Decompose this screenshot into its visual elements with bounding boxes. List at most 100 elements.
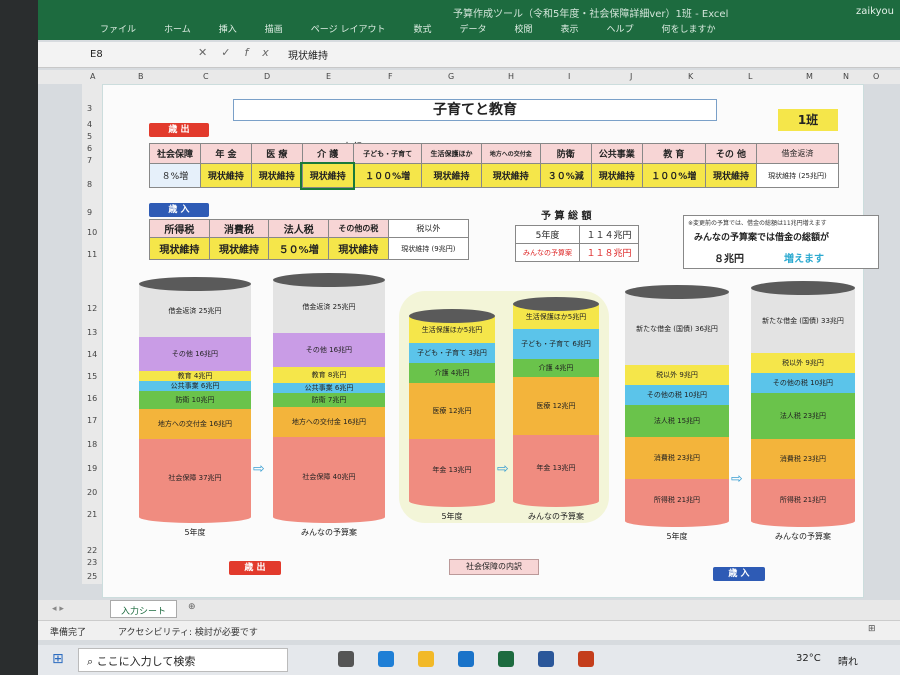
accessibility-status[interactable]: アクセシビリティ: 検討が必要です: [118, 625, 258, 638]
mail-icon[interactable]: [458, 651, 474, 667]
row-header[interactable]: 12: [87, 304, 97, 313]
powerpoint-icon[interactable]: [578, 651, 594, 667]
col-header[interactable]: N: [843, 72, 849, 81]
cylinder-segment: 介護 4兆円: [513, 359, 599, 377]
cylinder-segment: 法人税 15兆円: [625, 405, 729, 437]
tab-help[interactable]: ヘルプ: [607, 22, 634, 35]
col-header[interactable]: O: [873, 72, 879, 81]
tell-me-search[interactable]: 何をしますか: [662, 22, 716, 35]
cylinder-label: 5年度: [184, 528, 206, 537]
taskbar: ⊞ ⌕ ここに入力して検索 32°C 晴れ: [38, 645, 900, 675]
excel-screen: 予算作成ツール（令和5年度・社会保障詳細ver）1班 - Excel zaiky…: [38, 0, 900, 675]
social-security-breakdown-button[interactable]: 社会保障の内訳: [449, 559, 539, 575]
exp-value[interactable]: ８%増: [149, 163, 201, 188]
exp-value[interactable]: 現状維持: [704, 163, 757, 188]
rev-value[interactable]: 現状維持: [328, 237, 389, 260]
exp-value[interactable]: 現状維持: [480, 163, 541, 188]
row-header[interactable]: 22: [87, 546, 97, 555]
col-header[interactable]: J: [630, 72, 632, 81]
exp-value[interactable]: ３０%減: [539, 163, 592, 188]
tab-review[interactable]: 校閲: [515, 22, 533, 35]
fx-icon[interactable]: fx: [244, 46, 282, 59]
row-header[interactable]: 23: [87, 558, 97, 567]
tab-page-layout[interactable]: ページ レイアウト: [311, 22, 386, 35]
row-header[interactable]: 21: [87, 510, 97, 519]
row-header[interactable]: 16: [87, 394, 97, 403]
row-header[interactable]: 25: [87, 572, 97, 581]
col-header[interactable]: E: [326, 72, 331, 81]
row-header[interactable]: 19: [87, 464, 97, 473]
revenue-button[interactable]: 歳 入: [713, 567, 765, 581]
temperature[interactable]: 32°C: [796, 653, 821, 664]
edge-icon[interactable]: [378, 651, 394, 667]
col-header[interactable]: A: [90, 72, 95, 81]
row-header[interactable]: 8: [87, 180, 92, 189]
exp-value[interactable]: 現状維持: [590, 163, 643, 188]
row-header[interactable]: 13: [87, 328, 97, 337]
sheet-title[interactable]: 子育てと教育: [233, 99, 717, 121]
row-header[interactable]: 11: [87, 250, 97, 259]
tab-view[interactable]: 表示: [561, 22, 579, 35]
rev-value[interactable]: 現状維持: [208, 237, 270, 260]
row-header[interactable]: 10: [87, 228, 97, 237]
row-header[interactable]: 20: [87, 488, 97, 497]
word-icon[interactable]: [538, 651, 554, 667]
cylinder-segment: 年金 13兆円: [409, 439, 495, 501]
group-label[interactable]: 1班: [778, 109, 838, 131]
row-header[interactable]: 9: [87, 208, 92, 217]
col-header[interactable]: M: [806, 72, 813, 81]
tab-formulas[interactable]: 数式: [413, 22, 431, 35]
col-header[interactable]: C: [203, 72, 209, 81]
cylinder-bottom: [513, 495, 599, 507]
rev-value[interactable]: 現状維持: [149, 237, 210, 260]
tab-draw[interactable]: 描画: [265, 22, 283, 35]
exp-value[interactable]: １００%増: [352, 163, 423, 188]
col-header[interactable]: K: [688, 72, 693, 81]
worksheet[interactable]: 子育てと教育 1班 歳 出 内 訳 社会保障 年 金 医 療 介 護 子ども・子…: [102, 84, 879, 598]
name-box[interactable]: E8: [86, 46, 196, 64]
formula-buttons[interactable]: ✕✓fx: [198, 46, 283, 59]
formula-input[interactable]: 現状維持: [288, 47, 328, 62]
tab-data[interactable]: データ: [459, 22, 486, 35]
col-header[interactable]: H: [508, 72, 514, 81]
col-header[interactable]: B: [138, 72, 144, 81]
tab-insert[interactable]: 挿入: [219, 22, 237, 35]
exp-value[interactable]: 現状維持: [421, 163, 482, 188]
tab-file[interactable]: ファイル: [100, 22, 136, 35]
rev-value[interactable]: 現状維持 (9兆円): [387, 237, 470, 260]
exp-value[interactable]: 現状維持: [199, 163, 252, 188]
expenditure-button[interactable]: 歳 出: [229, 561, 281, 575]
task-view-icon[interactable]: [338, 651, 354, 667]
row-header[interactable]: 6: [87, 144, 92, 153]
row-header[interactable]: 3: [87, 104, 92, 113]
col-header[interactable]: I: [568, 72, 570, 81]
exp-value[interactable]: 現状維持: [250, 163, 303, 188]
weather[interactable]: 晴れ: [838, 653, 858, 668]
tab-home[interactable]: ホーム: [164, 22, 191, 35]
user-name[interactable]: zaikyou: [856, 6, 894, 17]
taskbar-search[interactable]: ⌕ ここに入力して検索: [78, 648, 288, 672]
exp-value[interactable]: １００%増: [641, 163, 706, 188]
add-sheet-icon[interactable]: ⊕: [188, 602, 196, 612]
row-header[interactable]: 15: [87, 372, 97, 381]
col-header[interactable]: D: [264, 72, 270, 81]
excel-icon[interactable]: [498, 651, 514, 667]
sheet-tab-input[interactable]: 入力シート: [110, 600, 178, 618]
rev-value[interactable]: ５０%増: [268, 237, 330, 260]
debt-note-box: ※変更前の予算では、借金の総額は11兆円増えます みんなの予算案では借金の総額が…: [683, 215, 879, 269]
row-header[interactable]: 7: [87, 156, 92, 165]
col-header[interactable]: F: [388, 72, 393, 81]
row-header[interactable]: 4: [87, 120, 92, 129]
row-header[interactable]: 18: [87, 440, 97, 449]
tab-nav-icon[interactable]: ◂ ▸: [52, 604, 64, 614]
exp-value[interactable]: 現状維持 (25兆円): [755, 163, 840, 188]
col-header[interactable]: G: [448, 72, 454, 81]
windows-start-icon[interactable]: ⊞: [52, 651, 64, 667]
row-header[interactable]: 14: [87, 350, 97, 359]
exp-value-selected[interactable]: 現状維持: [300, 161, 356, 190]
row-header[interactable]: 5: [87, 132, 92, 141]
normal-view-icon[interactable]: ⊞: [868, 624, 876, 634]
file-explorer-icon[interactable]: [418, 651, 434, 667]
row-header[interactable]: 17: [87, 416, 97, 425]
col-header[interactable]: L: [748, 72, 752, 81]
